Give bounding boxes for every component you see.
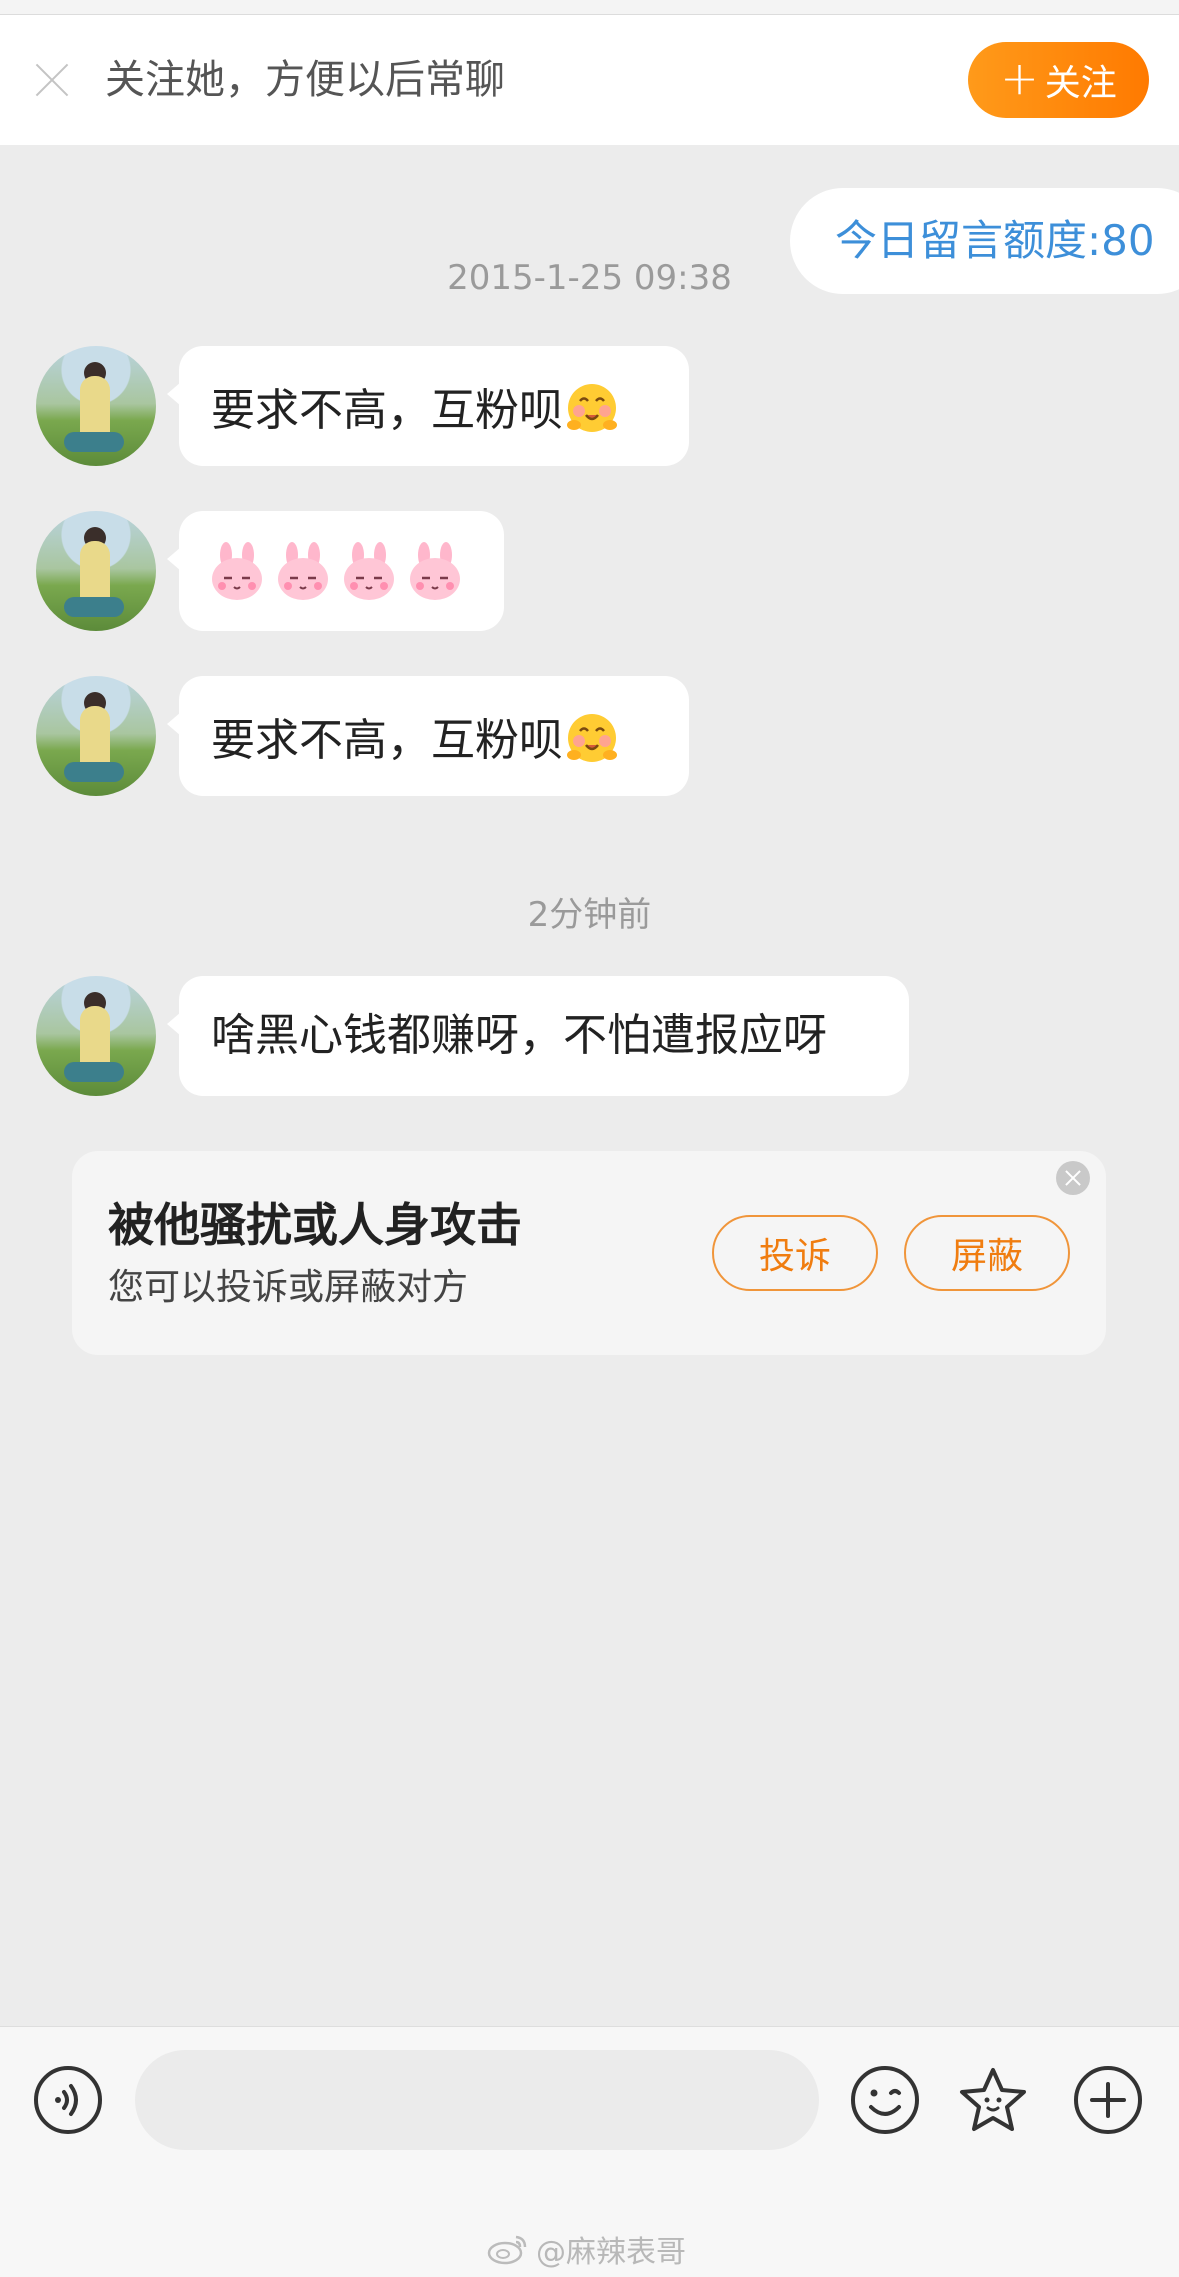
avatar[interactable] — [36, 346, 156, 466]
message-text: 要求不高，互粉呗 — [211, 381, 619, 436]
watermark: @麻辣表哥 — [486, 2227, 686, 2271]
avatar[interactable] — [36, 676, 156, 796]
message-text: 要求不高，互粉呗 — [211, 711, 619, 766]
message-input[interactable] — [135, 2050, 819, 2150]
block-button[interactable]: 屏蔽 — [904, 1215, 1070, 1291]
bunny-emoji-icon — [410, 542, 460, 600]
plus-icon: + — [1000, 51, 1039, 105]
timestamp: 2分钟前 — [527, 895, 652, 935]
timestamp: 2015-1-25 09:38 — [447, 258, 732, 298]
bunny-emoji-icon — [212, 542, 262, 600]
hug-emoji-icon — [567, 714, 617, 762]
follow-prompt-text: 关注她，方便以后常聊 — [105, 57, 505, 103]
message-bubble[interactable]: 啥黑心钱都赚呀，不怕遭报应呀 — [167, 976, 909, 1096]
message-bubble[interactable] — [167, 511, 504, 631]
follow-button[interactable]: + 关注 — [968, 42, 1149, 118]
bunny-emoji-row — [209, 541, 463, 601]
watermark-text: @麻辣表哥 — [536, 2235, 686, 2270]
emoji-icon[interactable] — [849, 2064, 921, 2136]
message-text: 啥黑心钱都赚呀，不怕遭报应呀 — [211, 1010, 827, 1061]
status-strip — [0, 0, 1179, 15]
report-card-subtitle: 您可以投诉或屏蔽对方 — [108, 1267, 469, 1308]
message-bubble[interactable]: 要求不高，互粉呗 — [167, 346, 689, 466]
plus-icon[interactable] — [1072, 2064, 1144, 2136]
bunny-emoji-icon — [344, 542, 394, 600]
weibo-logo-icon — [487, 2235, 527, 2265]
complain-button[interactable]: 投诉 — [712, 1215, 878, 1291]
favorite-sticker-icon[interactable] — [957, 2064, 1029, 2136]
close-icon[interactable] — [1056, 1161, 1090, 1195]
avatar[interactable] — [36, 511, 156, 631]
harassment-report-card: 被他骚扰或人身攻击 您可以投诉或屏蔽对方 投诉 屏蔽 — [72, 1151, 1106, 1355]
hug-emoji-icon — [567, 384, 617, 432]
follow-button-label: 关注 — [1044, 63, 1117, 104]
bunny-emoji-icon — [278, 542, 328, 600]
voice-icon[interactable] — [32, 2064, 104, 2136]
close-icon[interactable] — [33, 61, 71, 99]
follow-prompt-bar: 关注她，方便以后常聊 + 关注 — [0, 15, 1179, 145]
avatar[interactable] — [36, 976, 156, 1096]
report-card-title: 被他骚扰或人身攻击 — [108, 1198, 522, 1252]
message-bubble[interactable]: 要求不高，互粉呗 — [167, 676, 689, 796]
